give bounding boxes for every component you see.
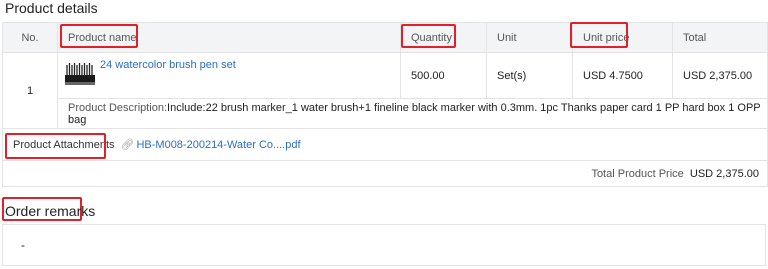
total-cell: USD 2,375.00 — [672, 52, 768, 99]
total-row: Total Product Price USD 2,375.00 — [2, 160, 768, 187]
product-name-link[interactable]: 24 watercolor brush pen set — [100, 59, 236, 71]
order-remarks-value: - — [21, 238, 25, 252]
table-header-row: No. Product name Quantity Unit Unit pric… — [2, 22, 768, 53]
order-remarks-box: - — [2, 224, 766, 266]
header-unit: Unit — [486, 22, 573, 53]
description-text: Include:22 brush marker_1 water brush+1 … — [68, 101, 761, 126]
quantity-cell: 500.00 — [400, 52, 487, 99]
product-cell: 24 watercolor brush pen set — [58, 53, 400, 98]
description-row: Product Description:Include:22 brush mar… — [3, 98, 768, 129]
header-unit-price: Unit price — [572, 22, 673, 53]
attachment-file-name: HB-M008-200214-Water Co....pdf — [136, 139, 301, 151]
header-quantity: Quantity — [400, 22, 487, 53]
unit-price-cell: USD 4.7500 — [572, 52, 673, 99]
products-table: No. Product name Quantity Unit Unit pric… — [2, 22, 768, 187]
header-no: No. — [2, 22, 58, 53]
order-remarks-title: Order remarks — [5, 203, 96, 219]
paperclip-icon: 🔗︎ — [120, 139, 135, 151]
header-total: Total — [672, 22, 768, 53]
header-product-name: Product name — [57, 22, 401, 53]
product-details-title: Product details — [5, 0, 98, 16]
total-price-label: Total Product Price — [591, 167, 684, 180]
table-row: 1 24 watercolor brush pen set 500.00 Set… — [2, 52, 768, 129]
product-thumbnail[interactable] — [65, 61, 95, 87]
attachment-file-link[interactable]: 🔗︎ HB-M008-200214-Water Co....pdf — [121, 139, 301, 151]
total-price-value: USD 2,375.00 — [689, 167, 759, 180]
row-number: 1 — [2, 52, 58, 129]
product-description: Product Description:Include:22 brush mar… — [57, 98, 768, 129]
attachments-row: Product Attachments 🔗︎ HB-M008-200214-Wate… — [2, 128, 768, 161]
unit-cell: Set(s) — [486, 52, 573, 99]
description-label: Product Description: — [68, 101, 168, 114]
attachments-label: Product Attachments — [13, 139, 115, 151]
